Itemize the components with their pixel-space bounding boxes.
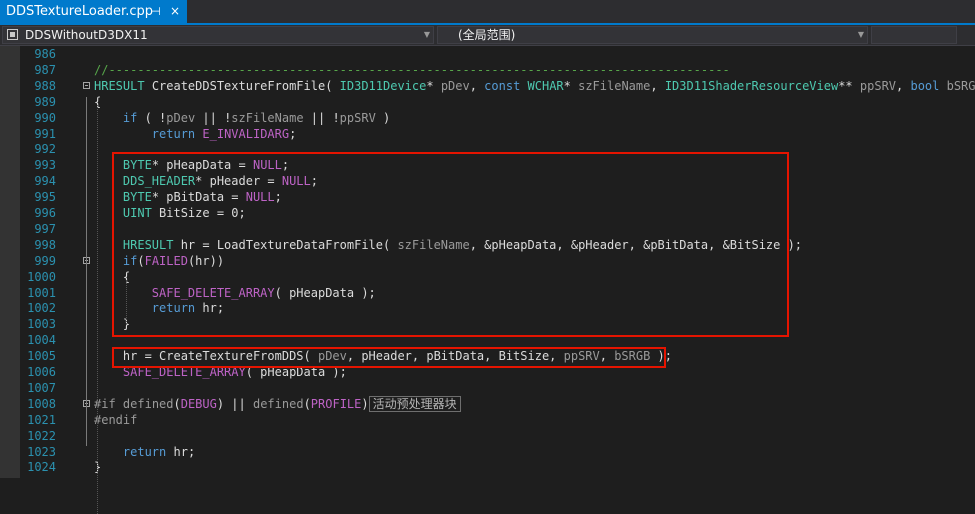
collapse-icon[interactable] — [83, 81, 90, 89]
line-number: 996 — [34, 206, 56, 220]
line-number: 992 — [34, 142, 56, 157]
code-text: //--------------------------------------… — [94, 62, 730, 77]
line-number: 1006 — [27, 365, 56, 379]
navigation-bar: DDSWithoutD3DX11 ▼ (全局范围) ▼ — [0, 25, 975, 46]
code-text: HRESULT CreateDDSTextureFromFile( ID3D11… — [94, 78, 975, 93]
code-line[interactable]: 989{ — [0, 94, 975, 110]
line-number: 1021 — [27, 412, 56, 427]
line-number: 994 — [34, 174, 56, 189]
chevron-down-icon: ▼ — [857, 30, 864, 39]
code-text: #endif — [94, 412, 138, 427]
line-number: 1022 — [27, 428, 56, 443]
code-line[interactable]: 1007 — [0, 380, 975, 396]
line-number: 995 — [34, 190, 56, 205]
line-number: 1003 — [27, 317, 56, 332]
close-icon[interactable]: × — [168, 0, 182, 23]
code-line[interactable]: 1021 #endif — [0, 412, 975, 428]
pin-icon[interactable]: ⊣ — [149, 0, 163, 23]
project-dropdown[interactable]: DDSWithoutD3DX11 ▼ — [2, 26, 434, 44]
line-number: 998 — [34, 237, 56, 252]
scope-name: (全局范围) — [458, 28, 516, 42]
code-text: if ( !pDev || !szFileName || !ppSRV ) — [122, 110, 391, 125]
document-tab-bar: DDSTextureLoader.cpp ⊣ × — [0, 0, 975, 25]
line-number: 1005 — [27, 349, 56, 364]
tab-title: DDSTextureLoader.cpp — [6, 4, 153, 19]
line-number: 987 — [34, 62, 56, 77]
line-number: 1000 — [27, 269, 56, 284]
line-number: 1008 — [27, 396, 56, 411]
line-number: 997 — [34, 221, 56, 236]
line-number: 1002 — [27, 301, 56, 316]
code-line[interactable]: 1023 return hr; — [0, 444, 975, 460]
line-number: 1001 — [27, 285, 56, 300]
chevron-down-icon: ▼ — [423, 30, 430, 39]
scope-dropdown[interactable]: (全局范围) ▼ — [437, 26, 868, 44]
highlight-box-load — [112, 152, 789, 337]
code-editor[interactable]: 986 987 //--------------------------------… — [0, 46, 975, 514]
indent-guide — [97, 105, 98, 514]
highlight-box-create — [112, 347, 666, 368]
project-name: DDSWithoutD3DX11 — [25, 28, 148, 42]
code-text: #if defined(DEBUG) || defined(PROFILE) 活动… — [94, 395, 461, 412]
line-number: 1004 — [27, 333, 56, 348]
code-line[interactable]: 986 — [0, 46, 975, 62]
code-line[interactable]: 988 HRESULT CreateDDSTextureFromFile( ID3… — [0, 78, 975, 94]
project-icon — [7, 29, 18, 40]
code-text: return hr; — [122, 444, 196, 459]
code-line[interactable]: 1008 #if defined(DEBUG) || defined(PROFIL… — [0, 395, 975, 412]
line-number: 993 — [34, 158, 56, 173]
line-number: 1007 — [27, 380, 56, 395]
tab-ddstextureloader-cpp[interactable]: DDSTextureLoader.cpp ⊣ × — [0, 0, 187, 23]
line-number: 986 — [34, 47, 56, 61]
line-number: 990 — [34, 110, 56, 125]
line-number: 999 — [34, 253, 56, 268]
code-line[interactable]: 1022 — [0, 428, 975, 444]
line-number: 991 — [34, 126, 56, 141]
code-text: return E_INVALIDARG; — [151, 126, 297, 141]
code-line[interactable]: 990 if ( !pDev || !szFileName || !ppSRV … — [0, 110, 975, 126]
fold-line — [86, 97, 87, 446]
line-number: 1023 — [27, 444, 56, 459]
code-line[interactable]: 987 //-----------------------------------… — [0, 62, 975, 78]
code-line[interactable]: 1024} — [0, 459, 975, 475]
member-dropdown[interactable] — [871, 26, 957, 44]
line-number: 988 — [34, 78, 56, 93]
line-number: 989 — [34, 94, 56, 109]
line-number: 1024 — [27, 460, 56, 475]
code-line[interactable]: 991 return E_INVALIDARG; — [0, 126, 975, 142]
